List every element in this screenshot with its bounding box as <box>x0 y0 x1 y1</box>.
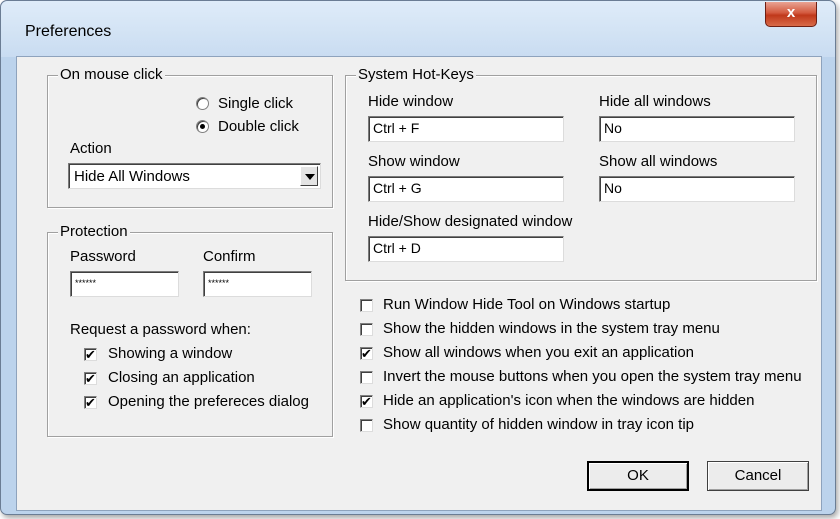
invert-mouse-buttons-label[interactable]: Invert the mouse buttons when you open t… <box>383 368 802 385</box>
show-hidden-in-tray-label[interactable]: Show the hidden windows in the system tr… <box>383 320 720 337</box>
hide-app-icon-label[interactable]: Hide an application's icon when the wind… <box>383 392 754 409</box>
mouse-click-group: On mouse click Single click Double click… <box>47 66 333 208</box>
closing-application-label[interactable]: Closing an application <box>108 369 255 386</box>
show-hidden-count-checkbox[interactable] <box>360 419 373 432</box>
ok-button[interactable]: OK <box>587 461 689 491</box>
designated-window-label: Hide/Show designated window <box>368 213 573 230</box>
checkmark-icon: ✔ <box>85 371 96 386</box>
protection-group-label: Protection <box>58 223 130 241</box>
double-click-label[interactable]: Double click <box>218 118 299 135</box>
show-all-on-exit-checkbox[interactable]: ✔ <box>360 347 373 360</box>
show-window-label: Show window <box>368 153 460 170</box>
single-click-label[interactable]: Single click <box>218 95 293 112</box>
designated-window-hotkey-field[interactable]: Ctrl + D <box>368 236 564 262</box>
hide-window-label: Hide window <box>368 93 454 110</box>
window-title: Preferences <box>25 23 112 40</box>
run-on-startup-label[interactable]: Run Window Hide Tool on Windows startup <box>383 296 670 313</box>
showing-window-label[interactable]: Showing a window <box>108 345 232 362</box>
radio-selected-dot <box>200 124 205 129</box>
hide-window-hotkey-field[interactable]: Ctrl + F <box>368 116 564 142</box>
close-button[interactable]: x <box>765 2 817 27</box>
confirm-label: Confirm <box>203 248 256 265</box>
title-bar[interactable]: Preferences x <box>1 1 835 57</box>
show-all-windows-hotkey-field[interactable]: No <box>599 176 795 202</box>
action-label: Action <box>70 140 112 157</box>
hide-all-windows-hotkey-field[interactable]: No <box>599 116 795 142</box>
double-click-radio[interactable] <box>196 120 209 133</box>
action-select-value: Hide All Windows <box>74 168 190 185</box>
password-label: Password <box>70 248 136 265</box>
invert-mouse-buttons-checkbox[interactable] <box>360 371 373 384</box>
show-all-on-exit-label[interactable]: Show all windows when you exit an applic… <box>383 344 694 361</box>
show-hidden-count-label[interactable]: Show quantity of hidden window in tray i… <box>383 416 694 433</box>
action-select[interactable]: Hide All Windows <box>68 163 321 189</box>
hotkeys-group-label: System Hot-Keys <box>356 66 476 84</box>
hotkeys-group: System Hot-Keys Hide window Ctrl + F Hid… <box>345 66 817 281</box>
closing-application-checkbox[interactable]: ✔ <box>84 372 97 385</box>
show-all-windows-label: Show all windows <box>599 153 718 170</box>
opening-preferences-checkbox[interactable]: ✔ <box>84 396 97 409</box>
dialog-body: On mouse click Single click Double click… <box>16 56 822 511</box>
show-window-hotkey-field[interactable]: Ctrl + G <box>368 176 564 202</box>
confirm-password-field[interactable]: ****** <box>203 271 312 297</box>
preferences-dialog: Preferences x On mouse click Single clic… <box>0 0 836 515</box>
chevron-down-icon[interactable] <box>300 166 318 186</box>
close-icon: x <box>786 4 796 21</box>
checkmark-icon: ✔ <box>361 346 372 361</box>
mouse-click-group-label: On mouse click <box>58 66 165 84</box>
run-on-startup-checkbox[interactable] <box>360 299 373 312</box>
checkmark-icon: ✔ <box>85 347 96 362</box>
password-field[interactable]: ****** <box>70 271 179 297</box>
hide-app-icon-checkbox[interactable]: ✔ <box>360 395 373 408</box>
protection-group: Protection Password Confirm ****** *****… <box>47 223 333 437</box>
opening-preferences-label[interactable]: Opening the prefereces dialog <box>108 393 309 410</box>
show-hidden-in-tray-checkbox[interactable] <box>360 323 373 336</box>
checkmark-icon: ✔ <box>85 395 96 410</box>
checkmark-icon: ✔ <box>361 394 372 409</box>
cancel-button[interactable]: Cancel <box>707 461 809 491</box>
single-click-radio[interactable] <box>196 97 209 110</box>
showing-window-checkbox[interactable]: ✔ <box>84 348 97 361</box>
hide-all-windows-label: Hide all windows <box>599 93 711 110</box>
request-password-label: Request a password when: <box>70 321 251 338</box>
